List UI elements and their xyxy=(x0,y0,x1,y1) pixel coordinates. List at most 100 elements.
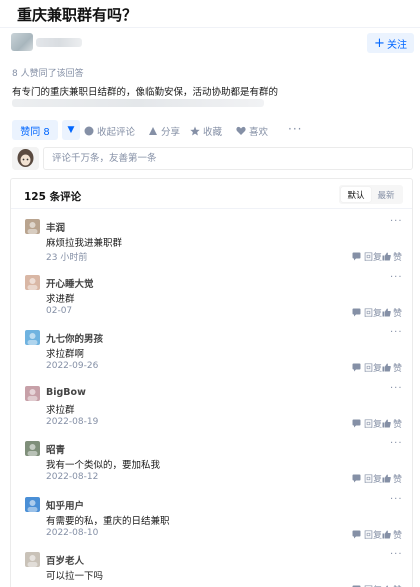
sort-latest-button[interactable]: 最新 xyxy=(371,187,401,202)
commenter-avatar[interactable] xyxy=(25,441,40,456)
reply-button[interactable]: 回复 xyxy=(352,361,382,374)
reply-icon xyxy=(352,363,361,372)
comment-more-button[interactable]: ··· xyxy=(390,494,403,505)
comment-item: 开心睡大觉 求进群 02-07 ··· 回复赞 xyxy=(11,272,412,329)
comment-more-button[interactable]: ··· xyxy=(390,216,403,227)
commenter-avatar[interactable] xyxy=(25,219,40,234)
comment-more-button[interactable]: ··· xyxy=(390,438,403,449)
comment-time: 2022-08-10 xyxy=(46,527,99,538)
reply-icon xyxy=(352,530,361,538)
reply-button[interactable]: 回复 xyxy=(352,306,382,319)
thumbs-up-icon xyxy=(382,419,391,427)
thumbs-up-icon xyxy=(382,363,391,372)
comment-item: 知乎用户有需要的私，重庆的日结兼职 2022-08-10 ··· 回复赞 xyxy=(11,494,412,551)
favorite-button[interactable]: 收藏 xyxy=(190,124,222,138)
reply-label: 回复 xyxy=(364,308,383,319)
share-button[interactable]: 分享 xyxy=(148,124,180,138)
share-label: 分享 xyxy=(161,127,181,138)
comment-input[interactable]: 评论千万条，友善第一条 xyxy=(43,147,413,170)
comment-more-button[interactable]: ··· xyxy=(390,327,403,338)
comment-like-button[interactable]: 赞 xyxy=(382,583,402,587)
more-actions-button[interactable]: ··· xyxy=(288,122,302,136)
current-user-avatar xyxy=(12,147,39,170)
commenter-avatar[interactable] xyxy=(25,330,40,345)
like-label: 喜欢 xyxy=(249,127,269,138)
commenter-name[interactable]: 百岁老人 xyxy=(46,553,84,567)
downvote-icon: ▼ xyxy=(67,125,75,135)
reply-icon xyxy=(352,419,361,427)
vote-summary[interactable]: 8 人赞同了该回答 xyxy=(12,66,84,79)
follow-button[interactable]: + 关注 xyxy=(367,33,414,53)
downvote-button[interactable]: ▼ xyxy=(62,120,80,140)
reply-icon xyxy=(352,308,361,316)
reply-button[interactable]: 回复 xyxy=(352,472,382,485)
like-button[interactable]: 喜欢 xyxy=(236,124,268,138)
collapse-comments-button[interactable]: 收起评论 xyxy=(84,124,135,138)
thumbs-up-icon xyxy=(382,474,391,483)
comment-like-button[interactable]: 赞 xyxy=(382,528,402,541)
favorite-label: 收藏 xyxy=(203,127,223,138)
comment-like-button[interactable]: 赞 xyxy=(382,361,402,374)
reply-label: 回复 xyxy=(364,530,383,541)
comment-time: 2022-09-26 xyxy=(46,361,99,371)
commenter-name[interactable]: 开心睡大觉 xyxy=(46,276,94,290)
reply-button[interactable]: 回复 xyxy=(352,417,382,430)
comment-more-button[interactable]: ··· xyxy=(390,549,403,560)
reply-label: 回复 xyxy=(364,583,382,587)
commenter-avatar[interactable] xyxy=(25,385,40,401)
comment-text: 求拉群 xyxy=(46,404,75,416)
comment-text: 我有一个类似的，要加私我 xyxy=(46,460,161,471)
comment-text: 有需要的私，重庆的日结兼职 xyxy=(46,515,170,527)
commenter-avatar[interactable] xyxy=(25,274,40,290)
comments-panel: 125 条评论 默认 最新 丰润 麻烦拉我进兼职群 23 小时前 ··· 回复赞开心睡大… xyxy=(10,178,413,587)
commenter-name[interactable]: BigBow xyxy=(46,387,86,398)
like-label: 赞 xyxy=(393,253,403,263)
commenter-name[interactable]: 昭青 xyxy=(46,442,65,456)
comment-more-button[interactable]: ··· xyxy=(390,383,403,394)
sort-toggle: 默认 最新 xyxy=(339,185,403,204)
comment-time: 02-07 xyxy=(46,305,73,316)
comment-like-button[interactable]: 赞 xyxy=(382,417,402,430)
like-label: 赞 xyxy=(393,530,403,541)
thumbs-up-icon xyxy=(382,252,391,261)
collapse-comments-label: 收起评论 xyxy=(97,127,136,138)
like-label: 赞 xyxy=(393,583,402,587)
reply-button[interactable]: 回复 xyxy=(352,250,382,263)
like-label: 赞 xyxy=(393,419,403,430)
comment-icon xyxy=(84,126,94,136)
question-title[interactable]: 重庆兼职群有吗？ xyxy=(17,4,137,25)
sort-default-button[interactable]: 默认 xyxy=(341,187,371,202)
commenter-avatar[interactable] xyxy=(25,496,40,512)
commenter-name[interactable]: 九七你的男孩 xyxy=(46,331,103,345)
answer-page: 重庆兼职群有吗？ + 关注 8 人赞同了该回答 有专门的重庆兼职日结群的，像临勤… xyxy=(0,0,420,587)
comment-item: BigBow 求拉群 2022-08-19 ··· 回复赞 xyxy=(11,383,412,440)
reply-button[interactable]: 回复 xyxy=(352,528,382,541)
comment-like-button[interactable]: 赞 xyxy=(382,306,402,319)
upvote-label: 赞同 8 xyxy=(20,126,50,138)
comment-item: 百岁老人可以拉一下吗 ··· 回复 赞 xyxy=(11,549,412,587)
comment-time: 23 小时前 xyxy=(46,253,88,263)
reply-button[interactable]: 回复 xyxy=(352,583,382,587)
comment-item: 九七你的男孩 求拉群啊 2022-09-26 ··· 回复赞 xyxy=(11,327,412,384)
comment-text: 可以拉一下吗 xyxy=(46,571,104,582)
comment-text: 麻烦拉我进兼职群 xyxy=(46,238,123,249)
more-icon: ··· xyxy=(288,122,303,136)
comment-like-button[interactable]: 赞 xyxy=(382,250,402,263)
commenter-name[interactable]: 丰润 xyxy=(46,220,65,234)
divider xyxy=(0,27,420,28)
upvote-button[interactable]: 赞同 8 xyxy=(12,120,58,140)
commenter-name[interactable]: 知乎用户 xyxy=(46,498,84,512)
comment-like-button[interactable]: 赞 xyxy=(382,472,402,485)
author-name-blurred[interactable] xyxy=(36,38,82,47)
comment-time: 2022-08-12 xyxy=(46,472,99,482)
comment-more-button[interactable]: ··· xyxy=(390,272,403,283)
author-avatar[interactable] xyxy=(11,33,33,51)
commenter-avatar[interactable] xyxy=(25,552,40,567)
divider xyxy=(11,208,412,209)
like-label: 赞 xyxy=(393,364,403,374)
reply-label: 回复 xyxy=(364,364,383,374)
comment-item: 丰润麻烦拉我进兼职群 23 小时前 ··· 回复赞 xyxy=(11,216,412,273)
star-icon xyxy=(190,126,200,136)
reply-label: 回复 xyxy=(364,253,383,263)
reply-label: 回复 xyxy=(364,419,383,430)
